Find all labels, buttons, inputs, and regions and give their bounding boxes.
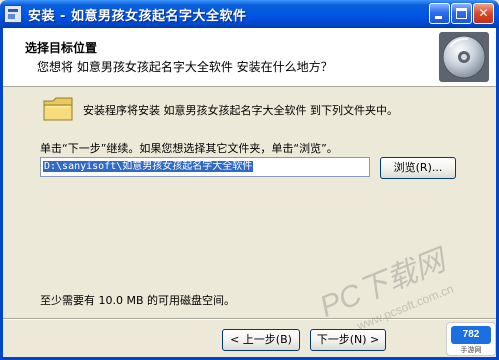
page-title: 选择目标位置	[25, 41, 98, 55]
instruction-text: 单击“下一步”继续。如果您想选择其它文件夹，单击“浏览”。	[40, 142, 338, 155]
close-icon: ✕	[478, 6, 489, 20]
site-badge: 782 手游网	[446, 322, 496, 356]
page-subtitle: 您想将 如意男孩女孩起名字大全软件 安装在什么地方？	[37, 60, 333, 74]
disk-space-requirement: 至少需要有 10.0 MB 的可用磁盘空间。	[40, 294, 236, 307]
watermark-url: www.pcsoft.com.cn	[355, 281, 456, 333]
install-path-field[interactable]: D:\sanyisoft\如意男孩女孩起名字大全软件	[40, 157, 370, 177]
browse-button[interactable]: 浏览(R)...	[380, 157, 456, 179]
wizard-header: 选择目标位置 您想将 如意男孩女孩起名字大全软件 安装在什么地方？	[3, 28, 496, 87]
footer-divider	[3, 318, 496, 320]
next-button[interactable]: 下一步(N) >	[310, 329, 386, 351]
badge-caption: 手游网	[460, 346, 482, 354]
disc-icon	[439, 32, 489, 82]
install-path-value: D:\sanyisoft\如意男孩女孩起名字大全软件	[43, 161, 254, 172]
install-location-info: 安装程序将安装 如意男孩女孩起名字大全软件 到下列文件夹中。	[83, 104, 398, 117]
back-button[interactable]: < 上一步(B)	[222, 329, 300, 351]
folder-icon	[43, 97, 73, 121]
installer-app-icon	[4, 5, 22, 23]
minimize-button[interactable]	[429, 3, 450, 24]
close-button[interactable]: ✕	[473, 3, 494, 24]
maximize-button[interactable]	[451, 3, 472, 24]
title-bar[interactable]: 安装 - 如意男孩女孩起名字大全软件 ✕	[0, 0, 499, 28]
minimize-icon	[435, 16, 442, 19]
watermark-text: PC下载网	[315, 244, 450, 324]
maximize-icon	[456, 8, 467, 19]
window-title: 安装 - 如意男孩女孩起名字大全软件	[28, 9, 247, 24]
badge-logo: 782	[451, 326, 491, 344]
